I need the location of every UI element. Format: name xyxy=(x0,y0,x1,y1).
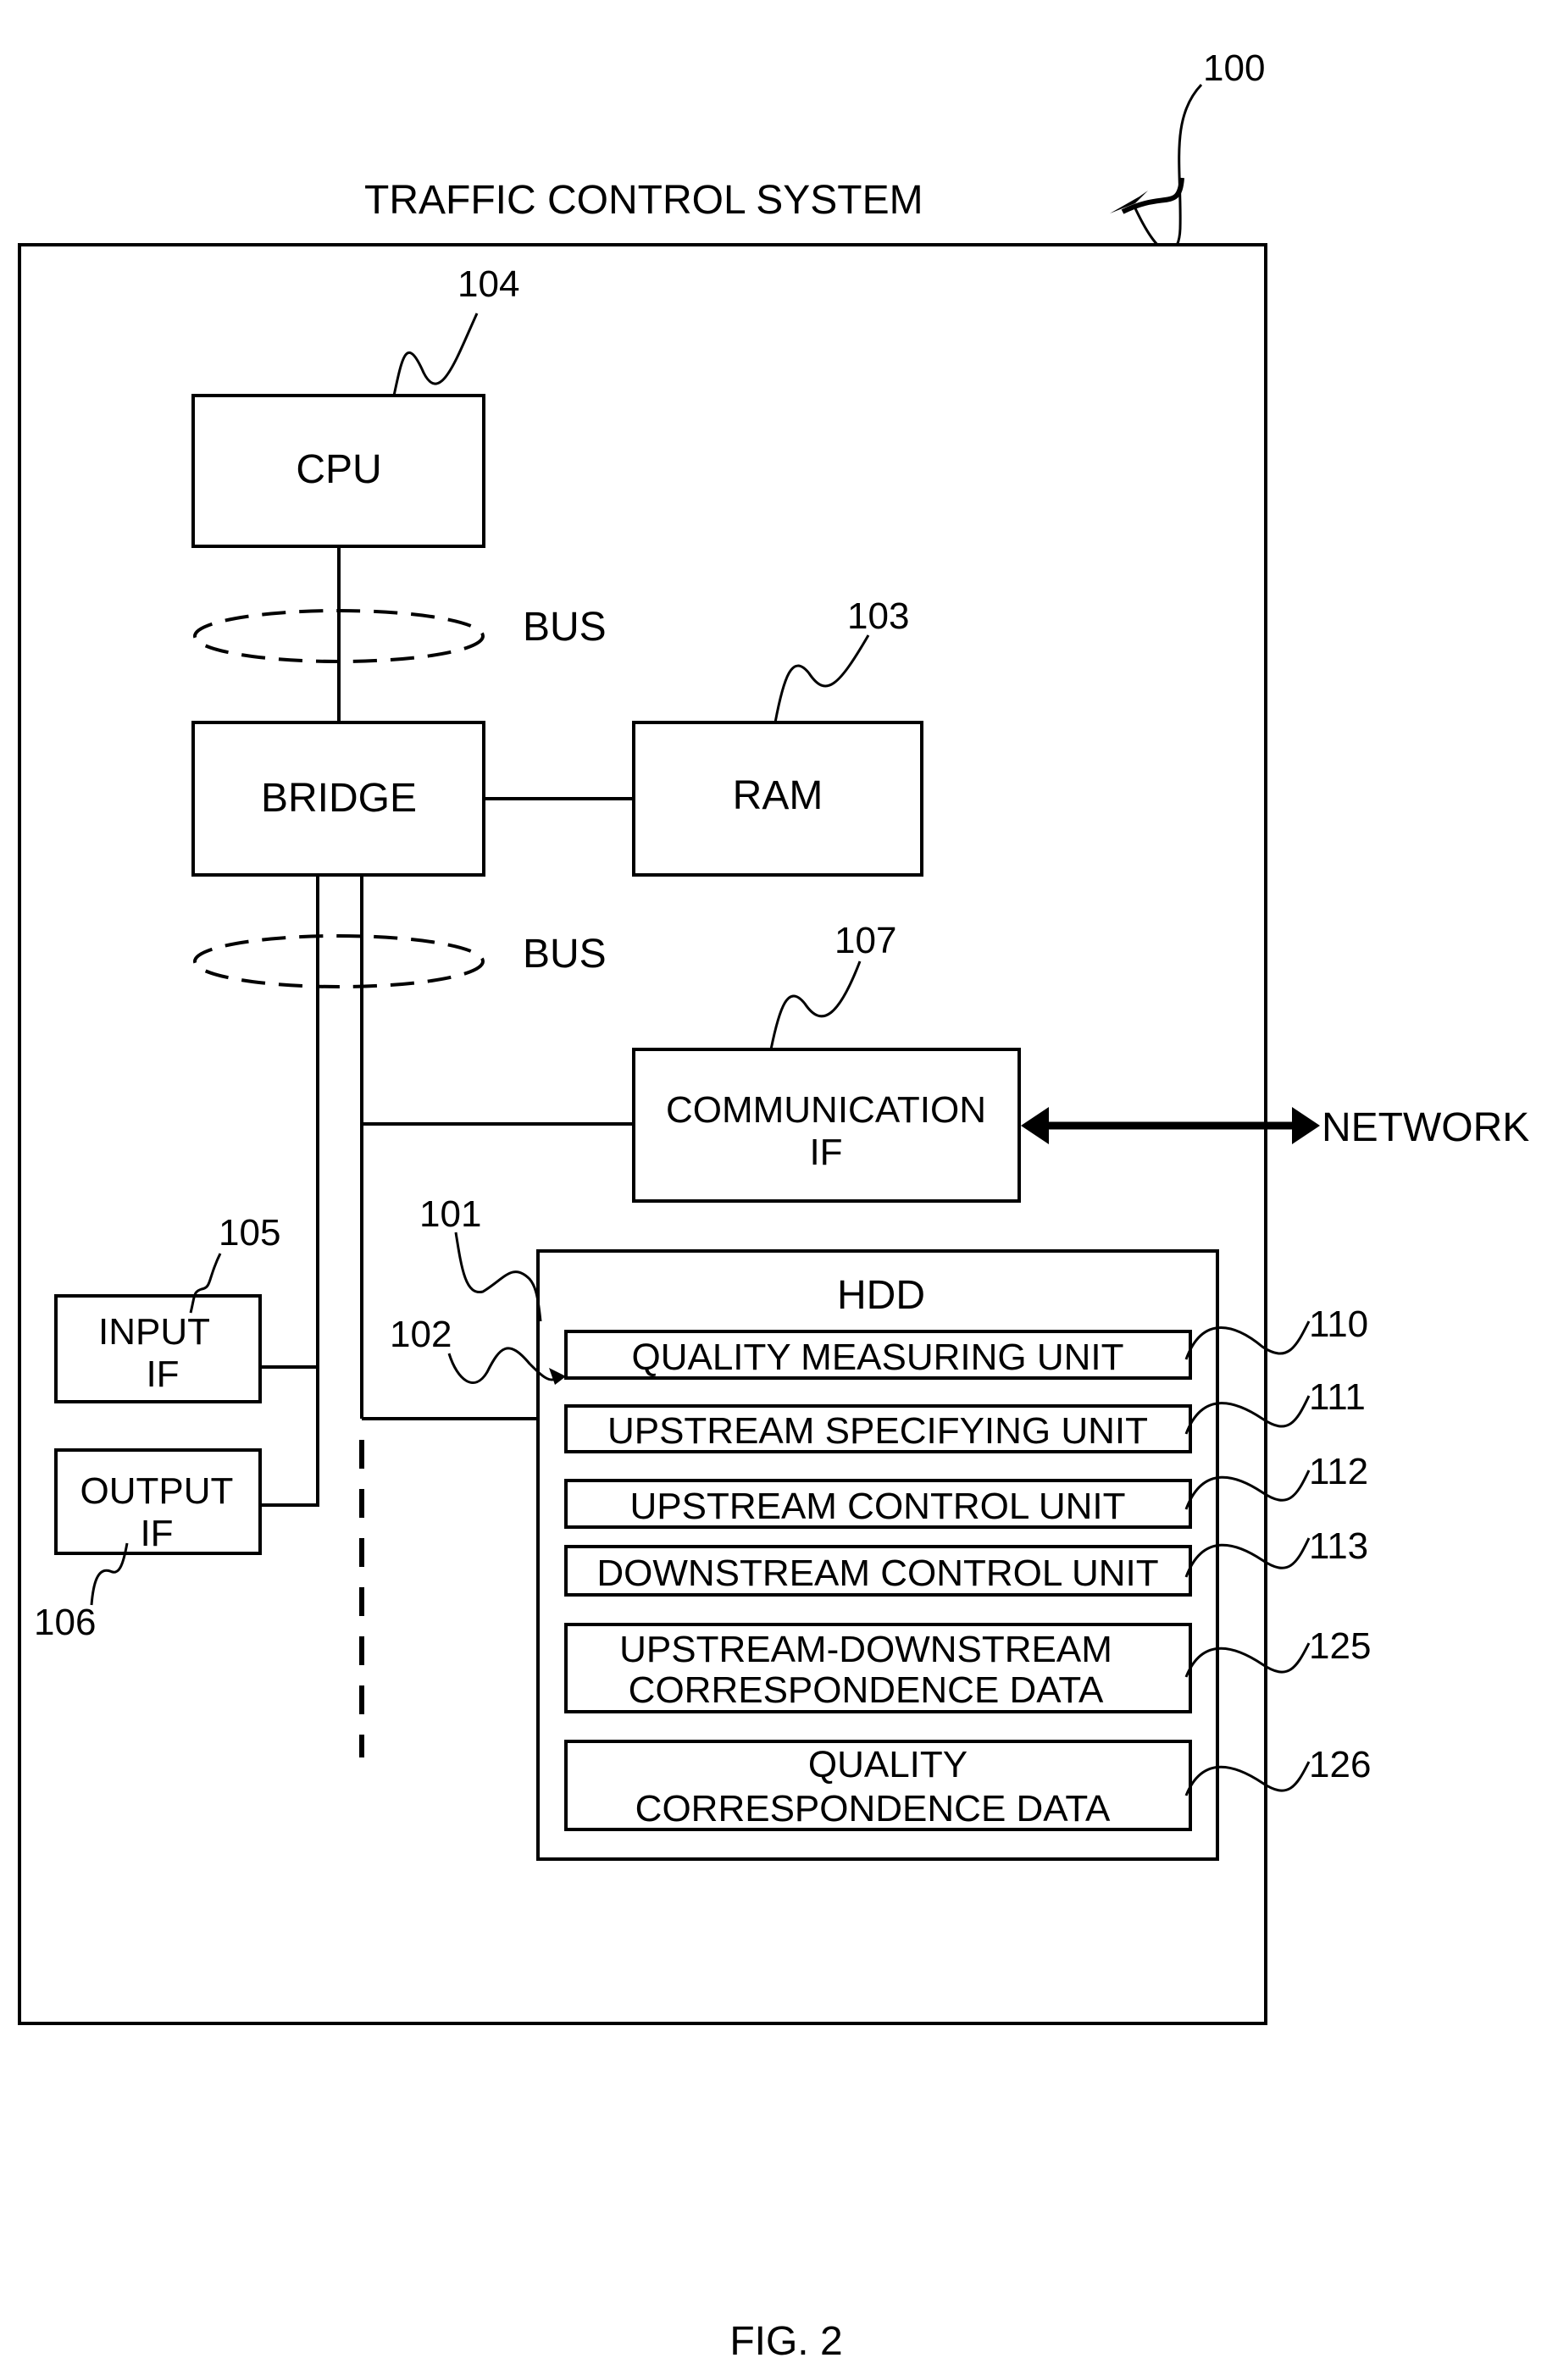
unit-label: UPSTREAM SPECIFYING UNIT xyxy=(607,1410,1148,1452)
cpu-label: CPU xyxy=(296,447,381,492)
figure-caption: FIG. 2 xyxy=(729,2319,842,2364)
bus-label-lower: BUS xyxy=(523,932,607,977)
network-label: NETWORK xyxy=(1322,1105,1529,1150)
block-diagram: 100 TRAFFIC CONTROL SYSTEM CPU 104 BUS B… xyxy=(18,47,1529,2364)
unit-ref-number: 126 xyxy=(1309,1744,1371,1785)
system-title: TRAFFIC CONTROL SYSTEM xyxy=(364,178,923,223)
ram-ref-number: 103 xyxy=(847,595,909,637)
communication-if-label-line1: COMMUNICATION xyxy=(666,1089,986,1131)
hdd-ref-number: 101 xyxy=(419,1193,481,1235)
ram-label: RAM xyxy=(733,773,823,818)
unit-ref-number: 125 xyxy=(1309,1625,1371,1667)
bus-label-upper: BUS xyxy=(523,605,607,650)
output-if-label-line2: IF xyxy=(140,1513,173,1554)
unit-label: DOWNSTREAM CONTROL UNIT xyxy=(596,1553,1158,1594)
unit-ref-number: 113 xyxy=(1309,1525,1368,1567)
unit-label-line2: CORRESPONDENCE DATA xyxy=(629,1669,1104,1711)
communication-if-label-line2: IF xyxy=(809,1132,842,1173)
unit-label-line1: QUALITY xyxy=(808,1744,968,1785)
input-if-label-line1: INPUT xyxy=(98,1311,210,1353)
unit-ref-number: 111 xyxy=(1309,1376,1366,1418)
bridge-label: BRIDGE xyxy=(261,776,417,821)
input-if-ref-number: 105 xyxy=(219,1212,280,1254)
unit-label: QUALITY MEASURING UNIT xyxy=(631,1337,1123,1378)
program-ref-number: 102 xyxy=(390,1314,452,1355)
system-ref-number: 100 xyxy=(1203,47,1265,89)
unit-label-line1: UPSTREAM-DOWNSTREAM xyxy=(619,1629,1112,1670)
system-ref-arrow-tip xyxy=(1121,177,1184,214)
network-arrow-right-head xyxy=(1292,1107,1320,1144)
hdd-label: HDD xyxy=(837,1273,925,1318)
unit-label: UPSTREAM CONTROL UNIT xyxy=(629,1486,1125,1527)
unit-label-line2: CORRESPONDENCE DATA xyxy=(635,1788,1111,1829)
cpu-ref-number: 104 xyxy=(457,263,519,305)
unit-ref-number: 110 xyxy=(1309,1303,1368,1345)
communication-if-ref-number: 107 xyxy=(834,920,896,961)
output-if-label-line1: OUTPUT xyxy=(80,1470,234,1512)
system-ref-arrow xyxy=(1134,83,1203,253)
output-if-ref-number: 106 xyxy=(34,1602,96,1643)
unit-ref-number: 112 xyxy=(1309,1451,1368,1492)
input-if-label-line2: IF xyxy=(146,1353,179,1395)
